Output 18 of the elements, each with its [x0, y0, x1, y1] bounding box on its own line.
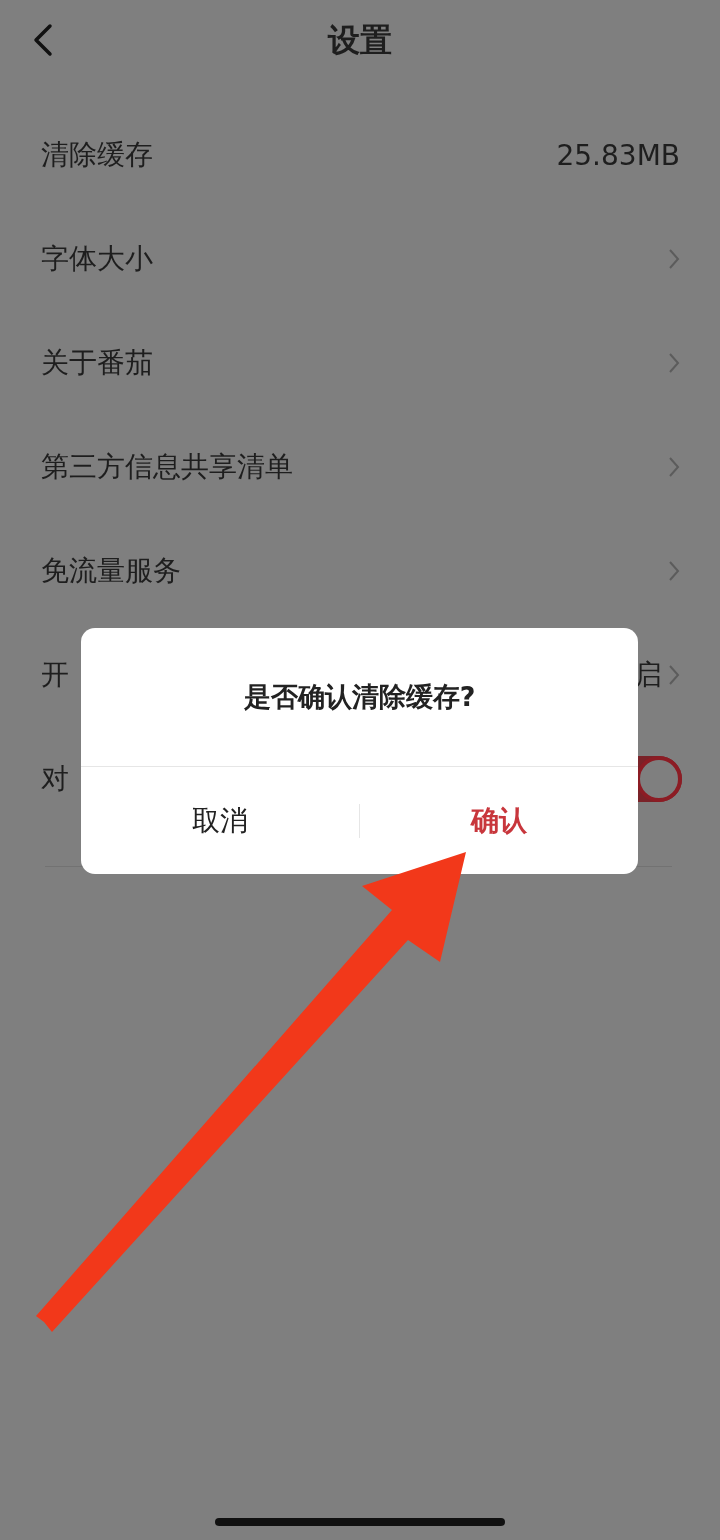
- cancel-button[interactable]: 取消: [81, 767, 359, 874]
- chevron-right-icon: [668, 664, 680, 686]
- confirm-button[interactable]: 确认: [360, 767, 638, 874]
- setting-label: 免流量服务: [41, 553, 181, 589]
- chevron-right-icon: [668, 456, 680, 478]
- setting-label: 字体大小: [41, 241, 153, 277]
- chevron-right-icon: [668, 248, 680, 270]
- setting-value: 启: [634, 657, 662, 693]
- page-title: 设置: [328, 20, 392, 61]
- setting-label: 清除缓存: [41, 137, 153, 173]
- setting-value: 25.83MB: [556, 138, 680, 172]
- setting-label: 对: [41, 761, 69, 797]
- chevron-right-icon: [668, 560, 680, 582]
- dialog-title: 是否确认清除缓存?: [243, 680, 476, 714]
- setting-label: 开: [41, 657, 69, 693]
- setting-label: 第三方信息共享清单: [41, 449, 293, 485]
- setting-label: 关于番茄: [41, 345, 153, 381]
- chevron-right-icon: [668, 352, 680, 374]
